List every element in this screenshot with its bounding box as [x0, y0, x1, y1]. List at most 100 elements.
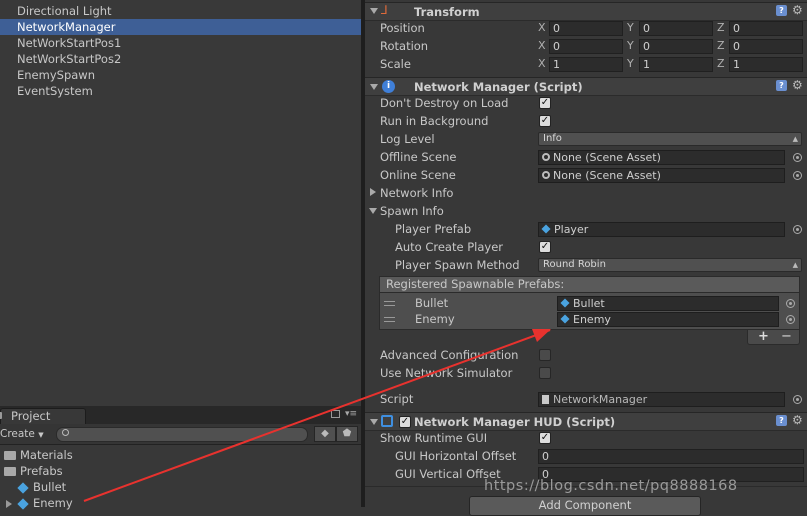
- object-picker-icon[interactable]: [786, 315, 795, 324]
- gear-icon[interactable]: ⚙: [792, 4, 803, 16]
- object-picker-icon[interactable]: [793, 153, 802, 162]
- player-prefab-field[interactable]: Player: [538, 222, 785, 237]
- axis-y-label[interactable]: Y: [627, 56, 634, 72]
- object-picker-icon[interactable]: [786, 299, 795, 308]
- axis-x-label[interactable]: X: [538, 56, 546, 72]
- prefab-cube-icon: [541, 224, 551, 234]
- drag-handle-icon[interactable]: [384, 301, 395, 306]
- expand-arrow-icon[interactable]: [6, 499, 12, 508]
- axis-x-label[interactable]: X: [538, 20, 546, 36]
- advanced-configuration-checkbox[interactable]: [539, 349, 551, 361]
- foldout-arrow-icon[interactable]: [370, 419, 378, 425]
- script-label: Script: [380, 392, 414, 406]
- tab-project[interactable]: Project: [0, 408, 86, 424]
- axis-z-label[interactable]: Z: [717, 56, 725, 72]
- create-dropdown[interactable]: Create ▼: [0, 426, 48, 442]
- project-search-input[interactable]: [56, 427, 308, 442]
- hierarchy-item-enemyspawn[interactable]: EnemySpawn: [0, 67, 361, 83]
- axis-y-label[interactable]: Y: [627, 38, 634, 54]
- project-item-prefabs[interactable]: Prefabs: [4, 463, 63, 479]
- gui-horizontal-offset-field[interactable]: 0: [538, 449, 804, 464]
- log-level-dropdown[interactable]: Info ▲: [538, 132, 802, 146]
- gear-icon[interactable]: ⚙: [792, 79, 803, 91]
- player-prefab-value: Player: [554, 223, 589, 236]
- online-scene-value: None (Scene Asset): [553, 169, 661, 182]
- project-item-label: Prefabs: [20, 464, 63, 478]
- run-in-background-label: Run in Background: [380, 114, 489, 128]
- registered-bullet-field[interactable]: Bullet: [557, 296, 779, 311]
- network-info-icon: i: [382, 80, 395, 93]
- offline-scene-label: Offline Scene: [380, 150, 457, 164]
- filter-by-type-button[interactable]: ◆: [314, 426, 336, 442]
- help-icon[interactable]: ?: [776, 5, 787, 16]
- scale-z-field[interactable]: 1: [729, 57, 803, 72]
- hierarchy-item-networkmanager[interactable]: NetworkManager: [0, 19, 361, 35]
- prefab-cube-icon: [17, 497, 29, 510]
- player-spawn-method-dropdown[interactable]: Round Robin ▲: [538, 258, 802, 272]
- object-picker-icon[interactable]: [793, 225, 802, 234]
- scale-x-field[interactable]: 1: [549, 57, 623, 72]
- object-picker-icon[interactable]: [793, 171, 802, 180]
- foldout-arrow-icon[interactable]: [370, 84, 378, 90]
- hierarchy-item-label: NetworkManager: [17, 20, 116, 34]
- lock-icon[interactable]: [331, 410, 340, 418]
- hierarchy-item-label: NetWorkStartPos2: [17, 52, 122, 66]
- project-item-bullet[interactable]: Bullet: [17, 479, 66, 495]
- dropdown-arrows-icon: ▲: [792, 261, 798, 269]
- transform-title: Transform: [414, 5, 480, 19]
- rotation-z-field[interactable]: 0: [729, 39, 803, 54]
- position-x-field[interactable]: 0: [549, 21, 623, 36]
- hierarchy-item-label: Directional Light: [17, 4, 112, 18]
- foldout-arrow-icon[interactable]: [369, 208, 377, 214]
- scale-y-field[interactable]: 1: [639, 57, 713, 72]
- auto-create-player-checkbox[interactable]: ✓: [539, 241, 551, 253]
- add-component-button[interactable]: Add Component: [469, 496, 701, 516]
- filter-by-label-button[interactable]: ⬟: [336, 426, 358, 442]
- axis-x-label[interactable]: X: [538, 38, 546, 54]
- hierarchy-item-networkstartpos1[interactable]: NetWorkStartPos1: [0, 35, 361, 51]
- offline-scene-field[interactable]: None (Scene Asset): [538, 150, 785, 165]
- project-item-enemy[interactable]: Enemy: [6, 495, 73, 511]
- tab-menu-icon[interactable]: ▾≡: [345, 410, 357, 419]
- script-field: NetworkManager: [538, 392, 785, 407]
- online-scene-field[interactable]: None (Scene Asset): [538, 168, 785, 183]
- use-network-simulator-checkbox[interactable]: [539, 367, 551, 379]
- axis-z-label[interactable]: Z: [717, 38, 725, 54]
- component-enabled-checkbox[interactable]: ✓: [399, 416, 411, 428]
- show-runtime-gui-checkbox[interactable]: ✓: [539, 432, 551, 444]
- drag-handle-icon[interactable]: [384, 317, 395, 322]
- project-item-materials[interactable]: Materials: [4, 447, 73, 463]
- help-icon[interactable]: ?: [776, 415, 787, 426]
- remove-item-button[interactable]: −: [781, 329, 792, 344]
- scene-asset-icon: [542, 153, 550, 161]
- add-item-button[interactable]: +: [758, 329, 769, 344]
- use-network-simulator-label: Use Network Simulator: [380, 366, 513, 380]
- run-in-background-checkbox[interactable]: ✓: [539, 115, 551, 127]
- gear-icon[interactable]: ⚙: [792, 414, 803, 426]
- hierarchy-item-networkstartpos2[interactable]: NetWorkStartPos2: [0, 51, 361, 67]
- registered-enemy-field[interactable]: Enemy: [557, 312, 779, 327]
- player-prefab-label: Player Prefab: [395, 222, 472, 236]
- object-picker-icon[interactable]: [793, 395, 802, 404]
- foldout-arrow-icon[interactable]: [370, 8, 378, 14]
- scale-label: Scale: [380, 57, 411, 71]
- foldout-arrow-icon[interactable]: [370, 188, 376, 196]
- rotation-x-field[interactable]: 0: [549, 39, 623, 54]
- gui-horizontal-offset-label: GUI Horizontal Offset: [395, 449, 517, 463]
- project-item-label: Materials: [20, 448, 73, 462]
- axis-y-label[interactable]: Y: [627, 20, 634, 36]
- spawn-info-foldout[interactable]: Spawn Info: [380, 203, 444, 219]
- dont-destroy-checkbox[interactable]: ✓: [539, 97, 551, 109]
- hierarchy-item-directional-light[interactable]: Directional Light: [0, 3, 361, 19]
- offline-scene-value: None (Scene Asset): [553, 151, 661, 164]
- network-info-foldout[interactable]: Network Info: [380, 185, 453, 201]
- axis-z-label[interactable]: Z: [717, 20, 725, 36]
- rotation-y-field[interactable]: 0: [639, 39, 713, 54]
- position-z-field[interactable]: 0: [729, 21, 803, 36]
- position-y-field[interactable]: 0: [639, 21, 713, 36]
- add-component-label: Add Component: [538, 498, 632, 512]
- search-icon: [62, 429, 69, 436]
- help-icon[interactable]: ?: [776, 80, 787, 91]
- registered-enemy-value: Enemy: [573, 313, 611, 326]
- hierarchy-item-eventsystem[interactable]: EventSystem: [0, 83, 361, 99]
